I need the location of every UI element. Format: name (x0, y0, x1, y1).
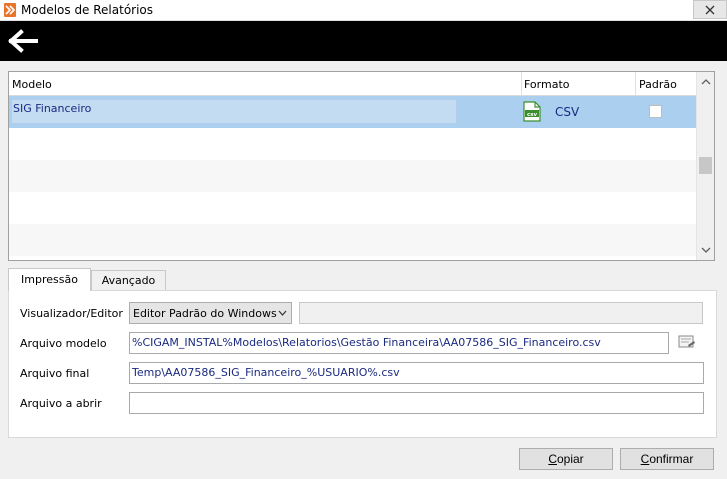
copy-button[interactable]: Copiar (519, 448, 613, 470)
title-bar: Modelos de Relatórios (0, 0, 727, 21)
default-checkbox[interactable] (649, 105, 662, 118)
grid-rows: SIG Financeiro csv CSV (9, 96, 696, 256)
open-file-label: Arquivo a abrir (20, 397, 102, 410)
table-row (9, 224, 696, 256)
column-header-default[interactable]: Padrão (639, 78, 677, 91)
scroll-down-icon[interactable] (701, 246, 711, 254)
cigam-app-icon (4, 3, 16, 17)
table-row (9, 128, 696, 160)
model-file-label: Arquivo modelo (20, 337, 107, 350)
print-settings-panel: Visualizador/Editor Editor Padrão do Win… (8, 290, 717, 438)
model-file-input[interactable]: %CIGAM_INSTAL%Modelos\Relatorios\Gestão … (129, 332, 669, 354)
tab-avancado[interactable]: Avançado (91, 270, 166, 290)
final-file-input[interactable]: Temp\AA07586_SIG_Financeiro_%USUARIO%.cs… (129, 362, 704, 384)
browse-file-icon (678, 335, 695, 348)
close-icon (705, 5, 715, 15)
back-button[interactable] (8, 29, 38, 53)
svg-text:csv: csv (527, 112, 538, 118)
csv-file-icon: csv (523, 101, 541, 122)
viewer-select-value: Editor Padrão do Windows (133, 307, 277, 320)
close-button[interactable] (693, 0, 727, 19)
final-file-label: Arquivo final (20, 367, 90, 380)
report-models-grid: Modelo Formato Padrão SIG Financeiro csv… (8, 71, 715, 261)
confirm-button-label: onfirmar (649, 452, 694, 466)
viewer-path-field (299, 302, 703, 324)
model-name-cell[interactable]: SIG Financeiro (11, 99, 457, 124)
tab-impressao[interactable]: Impressão (8, 268, 91, 291)
table-row[interactable]: SIG Financeiro csv CSV (9, 96, 696, 128)
browse-file-button[interactable] (677, 333, 697, 351)
viewer-select[interactable]: Editor Padrão do Windows (129, 302, 292, 324)
toolbar (0, 21, 727, 61)
chevron-down-icon (278, 310, 287, 316)
confirm-button[interactable]: Confirmar (620, 448, 714, 470)
copy-button-label: opiar (556, 452, 584, 466)
format-cell: CSV (555, 105, 580, 119)
scroll-thumb[interactable] (699, 157, 712, 174)
back-arrow-icon (8, 29, 38, 53)
window-title: Modelos de Relatórios (21, 3, 154, 17)
table-row (9, 160, 696, 192)
column-divider (635, 72, 636, 96)
table-row (9, 192, 696, 224)
copy-button-hotkey: C (548, 452, 557, 466)
viewer-label: Visualizador/Editor (20, 307, 123, 320)
column-divider (521, 72, 522, 96)
column-header-model[interactable]: Modelo (12, 78, 52, 91)
column-header-format[interactable]: Formato (524, 78, 570, 91)
scroll-up-icon[interactable] (701, 78, 711, 86)
grid-header: Modelo Formato Padrão (9, 72, 696, 96)
vertical-scrollbar[interactable] (696, 72, 714, 260)
open-file-input[interactable] (129, 392, 704, 414)
